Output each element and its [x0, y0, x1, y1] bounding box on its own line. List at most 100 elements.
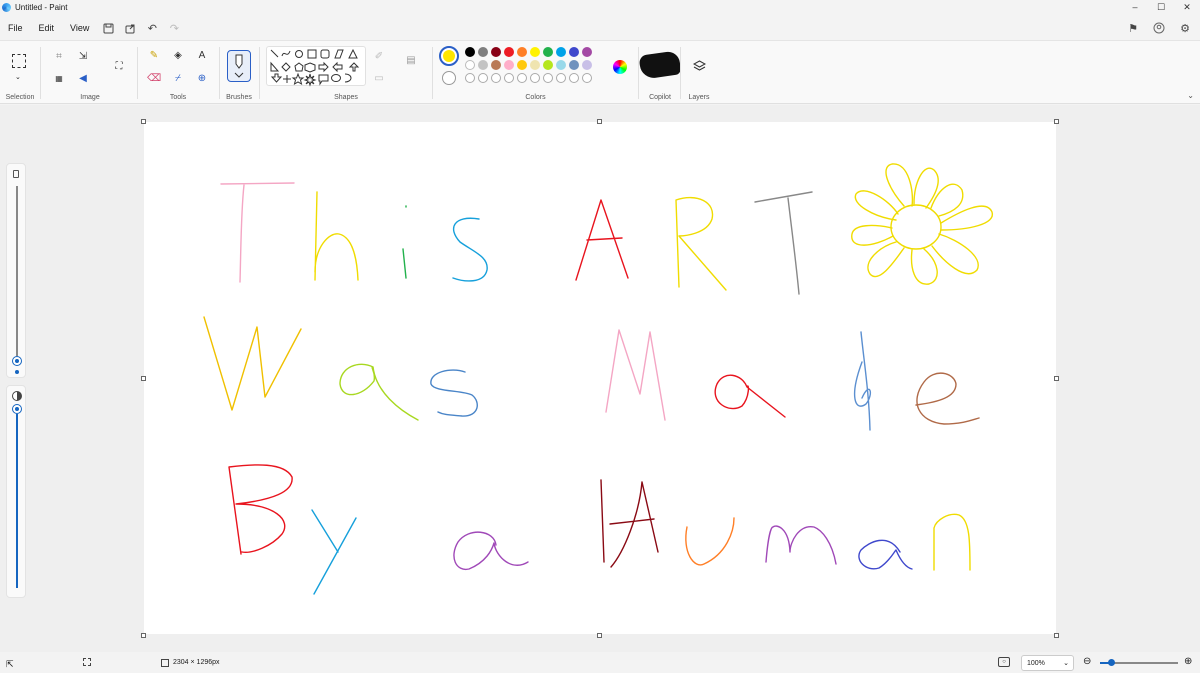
text-tool-icon[interactable]: A: [195, 48, 209, 62]
resize-handle-top[interactable]: [597, 119, 602, 124]
menu-edit[interactable]: Edit: [31, 17, 63, 39]
color-swatch[interactable]: [517, 47, 527, 57]
chevron-down-icon[interactable]: ⌄: [15, 73, 21, 81]
custom-color-slot[interactable]: [504, 73, 514, 83]
layers-group: Layers: [681, 41, 717, 105]
custom-color-slot[interactable]: [465, 73, 475, 83]
color-swatch[interactable]: [582, 60, 592, 70]
brush-size-icon: [13, 170, 19, 178]
resize-handle-top-right[interactable]: [1054, 119, 1059, 124]
shapes-icon[interactable]: [267, 47, 367, 87]
expand-ribbon-icon[interactable]: ⌄: [1187, 91, 1194, 100]
outline-icon[interactable]: ✐: [372, 49, 386, 63]
custom-color-slot[interactable]: [569, 73, 579, 83]
chevron-down-icon: ⌄: [1063, 660, 1069, 667]
edit-colors-icon[interactable]: [613, 60, 627, 74]
cursor-position-icon: ⇱: [6, 659, 14, 669]
close-button[interactable]: ✕: [1174, 0, 1200, 14]
color-swatch[interactable]: [556, 60, 566, 70]
custom-color-slot[interactable]: [517, 73, 527, 83]
selection-group: ⌄ Selection: [0, 41, 40, 105]
colors-group: Colors: [433, 41, 638, 105]
color-swatch[interactable]: [465, 60, 475, 70]
primary-color-swatch: [443, 50, 455, 62]
paint-app-icon: [2, 2, 11, 12]
copilot-group: Copilot: [638, 41, 682, 105]
account-icon[interactable]: [1148, 17, 1170, 39]
shape-style-icon[interactable]: ▤: [404, 53, 418, 67]
custom-color-slot[interactable]: [543, 73, 553, 83]
copilot-label: Copilot: [649, 94, 671, 101]
custom-color-slot[interactable]: [556, 73, 566, 83]
magnifier-icon[interactable]: ⊕: [195, 71, 209, 85]
drawing: [203, 163, 993, 595]
color-swatch[interactable]: [478, 60, 488, 70]
color-swatch[interactable]: [569, 60, 579, 70]
resize-handle-bottom-left[interactable]: [141, 633, 146, 638]
minimize-button[interactable]: –: [1122, 0, 1148, 14]
undo-icon[interactable]: ↶: [141, 17, 163, 39]
color-swatch[interactable]: [517, 60, 527, 70]
fill-icon[interactable]: ▭: [372, 71, 386, 85]
color-swatch[interactable]: [504, 60, 514, 70]
menu-view[interactable]: View: [62, 17, 97, 39]
maximize-button[interactable]: ☐: [1148, 0, 1174, 14]
save-icon[interactable]: [97, 17, 119, 39]
image-group: ⌗ ⇲ ⛶ ▦ ◀ Image: [42, 41, 138, 105]
color-swatch[interactable]: [465, 47, 475, 57]
brush-button[interactable]: [227, 50, 251, 82]
fit-to-window-icon[interactable]: ○: [998, 657, 1010, 667]
color-swatch[interactable]: [582, 47, 592, 57]
color-swatch[interactable]: [556, 47, 566, 57]
primary-color-button[interactable]: [439, 46, 459, 66]
custom-color-slot[interactable]: [478, 73, 488, 83]
shapes-gallery[interactable]: [266, 46, 367, 87]
share-icon[interactable]: [119, 17, 141, 39]
flip-icon[interactable]: ▦: [52, 71, 66, 85]
brush-dot-icon: [15, 370, 19, 374]
drawing-canvas[interactable]: [144, 122, 1056, 634]
work-area: [0, 105, 1200, 652]
eraser-icon[interactable]: ⌫: [147, 71, 161, 85]
resize-handle-left[interactable]: [141, 376, 146, 381]
color-swatch[interactable]: [504, 47, 514, 57]
zoom-dropdown[interactable]: 100% ⌄: [1021, 655, 1074, 671]
color-swatch[interactable]: [491, 47, 501, 57]
color-swatch[interactable]: [491, 60, 501, 70]
custom-color-slot[interactable]: [530, 73, 540, 83]
resize-handle-right[interactable]: [1054, 376, 1059, 381]
resize-handle-top-left[interactable]: [141, 119, 146, 124]
custom-color-slot[interactable]: [491, 73, 501, 83]
resize-icon[interactable]: ⇲: [76, 49, 90, 63]
color-swatch[interactable]: [543, 60, 553, 70]
layers-label: Layers: [688, 94, 710, 101]
resize-handle-bottom-right[interactable]: [1054, 633, 1059, 638]
rectangle-select-icon[interactable]: [12, 54, 26, 68]
feedback-icon[interactable]: ⚑: [1122, 17, 1144, 39]
crop-icon[interactable]: ⌗: [52, 49, 66, 63]
menu-file[interactable]: File: [0, 17, 31, 39]
color-swatch[interactable]: [478, 47, 488, 57]
shapes-group: ✐ ▭ ▤ Shapes: [260, 41, 432, 105]
color-picker-icon[interactable]: ⌿: [171, 71, 185, 85]
rotate-icon[interactable]: ◀: [76, 71, 90, 85]
color-swatch[interactable]: [543, 47, 553, 57]
settings-gear-icon[interactable]: ⚙: [1174, 17, 1196, 39]
zoom-out-icon[interactable]: ⊖: [1083, 656, 1091, 667]
color-swatch[interactable]: [530, 47, 540, 57]
secondary-color-button[interactable]: [442, 71, 456, 85]
copilot-icon[interactable]: [638, 50, 682, 80]
layers-icon[interactable]: [692, 59, 706, 73]
color-swatch[interactable]: [530, 60, 540, 70]
color-swatch[interactable]: [569, 47, 579, 57]
opacity-slider[interactable]: [13, 405, 21, 413]
window-controls: – ☐ ✕: [1122, 0, 1200, 14]
zoom-in-icon[interactable]: ⊕: [1184, 656, 1192, 667]
custom-color-slot[interactable]: [582, 73, 592, 83]
image-select-icon[interactable]: ⛶: [112, 59, 126, 73]
brush-size-slider[interactable]: [13, 357, 21, 365]
fill-bucket-icon[interactable]: ◈: [171, 48, 185, 62]
pencil-icon[interactable]: ✎: [147, 48, 161, 62]
zoom-slider-thumb[interactable]: [1108, 659, 1115, 666]
resize-handle-bottom[interactable]: [597, 633, 602, 638]
